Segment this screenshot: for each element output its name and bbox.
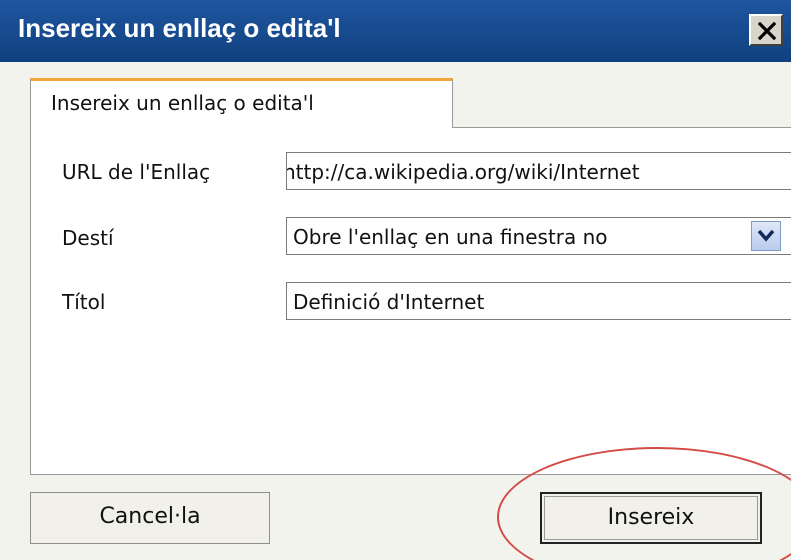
close-icon bbox=[758, 22, 776, 40]
target-label: Destí bbox=[62, 226, 114, 250]
insert-button[interactable]: Insereix bbox=[540, 492, 762, 544]
cancel-button-label: Cancel·la bbox=[99, 504, 201, 529]
tab-insert-link[interactable]: Insereix un enllaç o edita'l bbox=[30, 78, 453, 128]
url-input[interactable]: http://ca.wikipedia.org/wiki/Internet bbox=[286, 152, 791, 190]
insert-button-label: Insereix bbox=[607, 505, 695, 530]
title-label: Títol bbox=[62, 290, 106, 314]
title-input[interactable]: Definició d'Internet bbox=[286, 282, 791, 320]
dialog-title: Insereix un enllaç o edita'l bbox=[18, 13, 341, 43]
target-select[interactable]: Obre l'enllaç en una finestra no bbox=[286, 217, 791, 255]
close-button[interactable] bbox=[749, 14, 783, 46]
url-label: URL de l'Enllaç bbox=[62, 160, 211, 184]
url-value: http://ca.wikipedia.org/wiki/Internet bbox=[286, 160, 640, 184]
link-dialog: Insereix un enllaç o edita'l Insereix un… bbox=[0, 0, 791, 560]
cancel-button[interactable]: Cancel·la bbox=[30, 492, 270, 544]
dialog-titlebar: Insereix un enllaç o edita'l bbox=[0, 0, 791, 62]
target-value: Obre l'enllaç en una finestra no bbox=[293, 225, 608, 249]
target-dropdown-button[interactable] bbox=[751, 221, 781, 251]
chevron-down-icon bbox=[757, 229, 775, 242]
tab-label: Insereix un enllaç o edita'l bbox=[51, 91, 314, 115]
title-value: Definició d'Internet bbox=[293, 290, 485, 314]
